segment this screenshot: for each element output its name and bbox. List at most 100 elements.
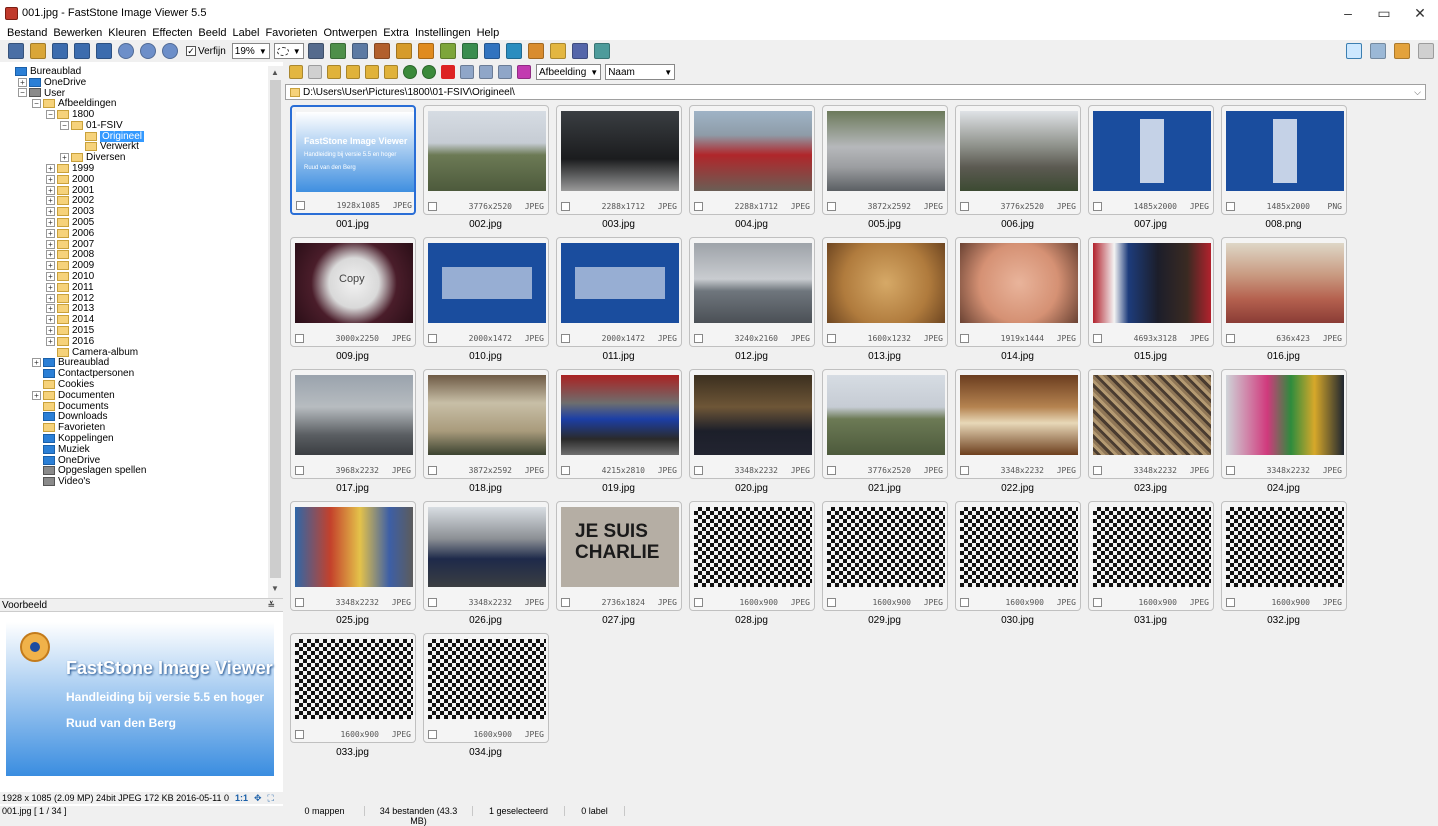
collapse-icon[interactable]: − xyxy=(32,99,41,109)
file-name[interactable]: 008.png xyxy=(1217,219,1350,230)
select-checkbox[interactable] xyxy=(1093,333,1102,343)
collapse-icon[interactable]: − xyxy=(18,88,27,98)
collapse-icon[interactable]: − xyxy=(46,110,55,120)
tree-item[interactable]: +2003 xyxy=(0,206,268,217)
file-name[interactable]: 022.jpg xyxy=(951,483,1084,494)
tag-icon[interactable] xyxy=(517,65,531,79)
thumbnail-item[interactable]: FastStone Image Viewer Handleiding bij ve… xyxy=(286,100,419,232)
thumbnail-item[interactable]: 3872x2592 JPEG 018.jpg xyxy=(419,364,552,496)
tree-item[interactable]: + Diversen xyxy=(0,152,268,163)
select-checkbox[interactable] xyxy=(960,597,969,607)
thumbnail-item[interactable]: 3240x2160 JPEG 012.jpg xyxy=(685,232,818,364)
expand-icon[interactable]: + xyxy=(46,196,55,206)
expand-icon[interactable]: + xyxy=(46,304,55,314)
thumbnail-image[interactable] xyxy=(694,243,812,323)
tree-item[interactable]: − User xyxy=(0,88,268,99)
tree-item[interactable]: +2014 xyxy=(0,314,268,325)
select-checkbox[interactable] xyxy=(561,333,570,343)
file-name[interactable]: 021.jpg xyxy=(818,483,951,494)
file-name[interactable]: 028.jpg xyxy=(685,615,818,626)
thumbnail-item[interactable]: 3348x2232 JPEG 023.jpg xyxy=(1084,364,1217,496)
select-checkbox[interactable] xyxy=(694,465,703,475)
thumbnail-card[interactable]: 1600x900 JPEG xyxy=(1221,501,1347,611)
thumbnail-card[interactable]: 2288x1712 JPEG xyxy=(556,105,682,215)
thumbnail-item[interactable]: 2288x1712 JPEG 004.jpg xyxy=(685,100,818,232)
refresh-icon[interactable] xyxy=(403,65,417,79)
tree-item[interactable]: Opgeslagen spellen xyxy=(0,465,268,476)
thumbnail-card[interactable]: 3776x2520 JPEG xyxy=(822,369,948,479)
file-name[interactable]: 004.jpg xyxy=(685,219,818,230)
thumbnail-card[interactable]: 2288x1712 JPEG xyxy=(689,105,815,215)
app-icon[interactable] xyxy=(5,6,18,20)
menu-beeld[interactable]: Beeld xyxy=(195,27,229,39)
tree-item[interactable]: +2009 xyxy=(0,260,268,271)
draw-icon[interactable] xyxy=(439,43,456,59)
tree-item[interactable]: Documents xyxy=(0,401,268,412)
tree-item[interactable]: +2016 xyxy=(0,336,268,347)
expand-icon[interactable]: + xyxy=(46,326,55,336)
expand-icon[interactable]: + xyxy=(18,77,27,87)
select-checkbox[interactable] xyxy=(295,333,304,343)
thumbnail-item[interactable]: 3776x2520 JPEG 021.jpg xyxy=(818,364,951,496)
menu-bewerken[interactable]: Bewerken xyxy=(50,27,105,39)
thumbnail-item[interactable]: 1485x2000 JPEG 007.jpg xyxy=(1084,100,1217,232)
thumbnail-image[interactable] xyxy=(561,375,679,455)
thumbnail-image[interactable] xyxy=(295,507,413,587)
email-icon[interactable] xyxy=(549,43,566,59)
tree-item[interactable]: +2001 xyxy=(0,185,268,196)
thumbnail-item[interactable]: 3348x2232 JPEG 025.jpg xyxy=(286,496,419,628)
save-as-icon[interactable] xyxy=(74,43,90,59)
scroll-down-icon[interactable]: ▼ xyxy=(271,584,279,593)
thumbnail-item[interactable]: 4215x2810 JPEG 019.jpg xyxy=(552,364,685,496)
file-name[interactable]: 014.jpg xyxy=(951,351,1084,362)
tree-item[interactable]: Muziek xyxy=(0,444,268,455)
tree-item[interactable]: +2012 xyxy=(0,293,268,304)
expand-icon[interactable]: + xyxy=(46,261,55,271)
thumbnail-image[interactable] xyxy=(428,507,546,587)
thumbnail-card[interactable]: Copy 3000x2250 JPEG xyxy=(290,237,416,347)
select-checkbox[interactable] xyxy=(1093,465,1102,475)
file-name[interactable]: 025.jpg xyxy=(286,615,419,626)
selection-shape-combo[interactable]: ▼ xyxy=(273,43,304,59)
chevron-down-icon[interactable]: ⌵ xyxy=(1414,87,1421,98)
select-checkbox[interactable] xyxy=(694,333,703,343)
thumbnail-image[interactable] xyxy=(428,375,546,455)
select-checkbox[interactable] xyxy=(296,200,305,210)
thumbnail-item[interactable]: Copy 3000x2250 JPEG 009.jpg xyxy=(286,232,419,364)
wallpaper-icon[interactable] xyxy=(527,43,544,59)
select-checkbox[interactable] xyxy=(295,597,304,607)
thumbnail-card[interactable]: 1600x900 JPEG xyxy=(689,501,815,611)
thumbnail-card[interactable]: 3776x2520 JPEG xyxy=(423,105,549,215)
expand-icon[interactable]: + xyxy=(46,207,55,217)
copy-to-icon[interactable] xyxy=(365,65,379,79)
thumbnail-item[interactable]: 1600x900 JPEG 028.jpg xyxy=(685,496,818,628)
file-name[interactable]: 029.jpg xyxy=(818,615,951,626)
file-name[interactable]: 023.jpg xyxy=(1084,483,1217,494)
thumbnail-image[interactable] xyxy=(960,375,1078,455)
tree-item[interactable]: − Afbeeldingen xyxy=(0,98,268,109)
file-name[interactable]: 006.jpg xyxy=(951,219,1084,230)
tree-item[interactable]: +2011 xyxy=(0,282,268,293)
expand-icon[interactable]: + xyxy=(46,336,55,346)
refine-checkbox[interactable]: ✓ xyxy=(186,46,196,56)
chevron-down-icon[interactable]: ≚ xyxy=(267,600,275,611)
tree-item[interactable]: +2010 xyxy=(0,271,268,282)
thumbnail-item[interactable]: 3348x2232 JPEG 022.jpg xyxy=(951,364,1084,496)
thumbnail-image[interactable] xyxy=(1226,507,1344,587)
tree-item[interactable]: Cookies xyxy=(0,379,268,390)
tree-item[interactable]: +2002 xyxy=(0,195,268,206)
scroll-up-icon[interactable]: ▲ xyxy=(271,68,279,77)
forward-icon[interactable] xyxy=(308,65,322,79)
select-checkbox[interactable] xyxy=(827,201,836,211)
tree-item[interactable]: + OneDrive xyxy=(0,77,268,88)
menu-instellingen[interactable]: Instellingen xyxy=(412,27,474,39)
expand-icon[interactable]: + xyxy=(46,282,55,292)
contact-sheet-icon[interactable] xyxy=(483,43,500,59)
delete-icon[interactable] xyxy=(441,65,455,79)
thumbnail-item[interactable]: 1600x1232 JPEG 013.jpg xyxy=(818,232,951,364)
select-checkbox[interactable] xyxy=(1226,201,1235,211)
thumbnail-item[interactable]: 3872x2592 JPEG 005.jpg xyxy=(818,100,951,232)
thumbnail-card[interactable]: JE SUIS CHARLIE 2736x1824 JPEG xyxy=(556,501,682,611)
menu-favorieten[interactable]: Favorieten xyxy=(262,27,320,39)
preview-view-icon[interactable] xyxy=(1394,43,1410,59)
